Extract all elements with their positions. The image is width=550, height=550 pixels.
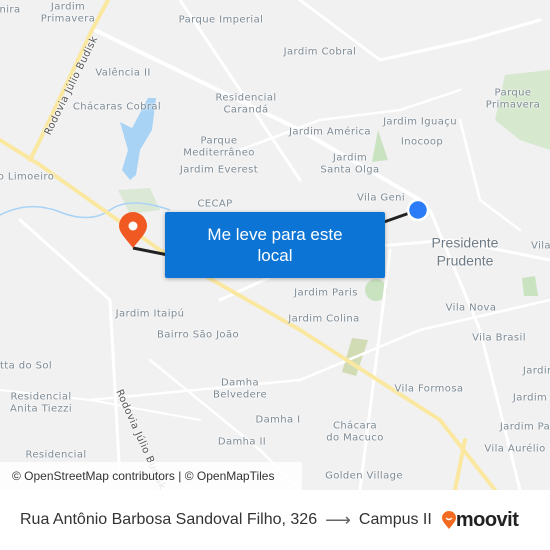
map-label: Parque	[494, 87, 532, 99]
map-label: Vila Aurélio	[484, 443, 546, 455]
map-label: Jardim América	[289, 126, 371, 138]
route-footer: Rua Antônio Barbosa Sandoval Filho, 326 …	[0, 490, 550, 550]
map-label: Parque	[200, 135, 238, 147]
map-label: Residencial	[25, 449, 87, 461]
map-label: Jardim Colina	[288, 313, 360, 325]
map-label: Mediterrâneo	[183, 147, 255, 159]
map-label: o Limoeiro	[0, 171, 55, 183]
map-label: Vila Nova	[445, 302, 497, 314]
map-label: Primavera	[40, 13, 96, 25]
origin-name: Rua Antônio Barbosa Sandoval Filho, 326	[20, 511, 318, 528]
map-label: Primavera	[485, 99, 541, 111]
take-me-here-button[interactable]: Me leve para este local	[165, 212, 385, 278]
moovit-pin-icon	[441, 511, 456, 529]
map-label: Jardim	[50, 1, 86, 13]
map-label: Jardim Itaipú	[115, 308, 185, 320]
moovit-wordmark: moovit	[455, 508, 519, 531]
map-label: Inocoop	[400, 136, 444, 148]
map-label: Santa Olga	[320, 164, 380, 176]
park	[118, 188, 160, 214]
map-label: Vila Geni	[356, 192, 406, 204]
map-label: Damha	[220, 377, 260, 389]
moovit-logo: moovit	[441, 508, 519, 532]
map-attribution[interactable]: © OpenStreetMap contributors | © OpenMap…	[0, 462, 302, 490]
map-label: Jardim Pa	[499, 421, 550, 433]
map-label: Vila Formosa	[394, 383, 464, 395]
map-label: Chácaras Cobral	[72, 101, 162, 113]
city-label: Presidente	[431, 234, 499, 251]
map-label: Anita Tiezzi	[10, 403, 72, 415]
map-label: Damha II	[217, 436, 267, 448]
park	[522, 276, 538, 296]
map-label: Vila Brasil	[472, 332, 526, 344]
map-label: Jardim Paris	[294, 287, 358, 299]
map-label: Chácara	[332, 420, 378, 432]
destination-pin-icon[interactable]	[119, 212, 147, 248]
map-label: Jardim	[512, 392, 548, 404]
map-label: Carandá	[223, 104, 269, 116]
map[interactable]: Jardim Primavera nira Parque Imperial Ro…	[0, 0, 550, 490]
map-label: tta do Sol	[0, 360, 53, 372]
popup-label: Me leve para este local	[207, 225, 343, 265]
map-label: CECAP	[197, 198, 233, 210]
arrow-right-icon: ⟶	[325, 509, 351, 530]
map-label: Jardim Everest	[179, 164, 259, 176]
city-label: Prudente	[436, 252, 494, 269]
map-label: Jardim Iguaçu	[383, 116, 457, 128]
map-label: Damha I	[255, 414, 301, 426]
map-label: do Macuco	[326, 432, 384, 444]
map-label: Parque Imperial	[178, 14, 264, 26]
map-label: Valência II	[95, 67, 151, 79]
origin-marker-icon[interactable]	[406, 198, 430, 222]
map-label: Golden Village	[325, 470, 403, 482]
map-label: Residencial	[215, 92, 277, 104]
map-label: Residencial	[10, 391, 72, 403]
map-label: nira	[0, 4, 21, 16]
map-label: Jardim Cobral	[283, 46, 357, 58]
map-label: Jardim	[522, 365, 550, 377]
map-label: Bairro São João	[157, 329, 239, 341]
map-label: Vila	[531, 240, 550, 252]
destination-name: Campus II	[358, 511, 432, 528]
map-label: Belvedere	[212, 389, 268, 401]
map-label: Jardim	[332, 152, 368, 164]
park	[372, 130, 388, 162]
